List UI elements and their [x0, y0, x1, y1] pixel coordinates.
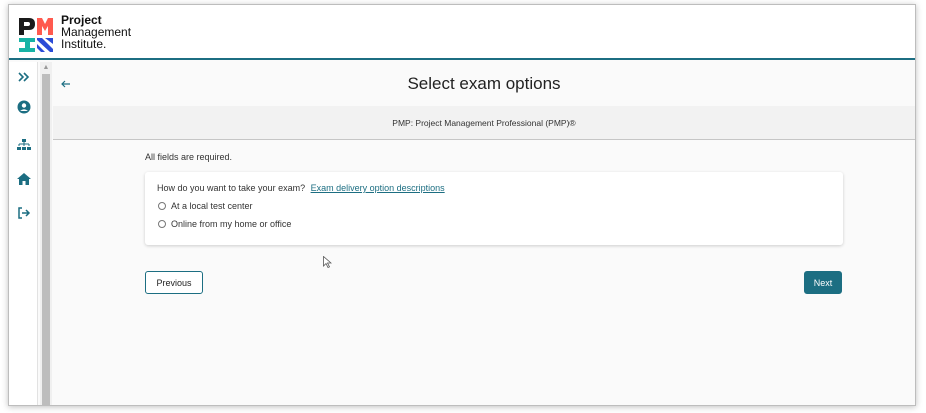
- question-text: How do you want to take your exam?: [157, 183, 306, 193]
- page-title: Select exam options: [407, 74, 561, 93]
- delivery-question: How do you want to take your exam? Exam …: [157, 183, 445, 193]
- required-fields-note: All fields are required.: [145, 152, 233, 162]
- mouse-cursor-icon: [323, 256, 332, 268]
- site-header: Project Management Institute.: [9, 5, 915, 60]
- double-chevron-right-icon[interactable]: [15, 68, 33, 86]
- radio-button[interactable]: [158, 202, 166, 210]
- exam-name: PMP: Project Management Professional (PM…: [392, 118, 576, 128]
- previous-button[interactable]: Previous: [145, 271, 203, 294]
- vertical-scrollbar[interactable]: ▲: [40, 62, 52, 405]
- side-nav: [9, 62, 38, 405]
- pmi-logo-icon: [19, 18, 53, 52]
- option-label: At a local test center: [171, 201, 253, 211]
- logo-wordmark: Project Management Institute.: [61, 14, 131, 50]
- exam-name-bar: PMP: Project Management Professional (PM…: [53, 106, 915, 140]
- logo-line-3: Institute.: [61, 37, 107, 51]
- option-label: Online from my home or office: [171, 219, 292, 229]
- option-online[interactable]: Online from my home or office: [158, 219, 291, 229]
- delivery-option-card: How do you want to take your exam? Exam …: [145, 172, 843, 245]
- user-circle-icon[interactable]: [15, 98, 33, 116]
- option-test-center[interactable]: At a local test center: [158, 201, 253, 211]
- browser-window: Project Management Institute. ▲ Select e…: [8, 4, 916, 406]
- home-icon[interactable]: [15, 170, 33, 188]
- delivery-descriptions-link[interactable]: Exam delivery option descriptions: [311, 183, 445, 193]
- sitemap-icon[interactable]: [15, 136, 33, 154]
- next-button[interactable]: Next: [804, 271, 842, 294]
- main-content: Select exam options PMP: Project Managem…: [53, 62, 915, 405]
- scroll-thumb[interactable]: [42, 74, 50, 405]
- sign-out-icon[interactable]: [15, 204, 33, 222]
- radio-button[interactable]: [158, 220, 166, 228]
- scroll-up-icon[interactable]: ▲: [42, 64, 50, 72]
